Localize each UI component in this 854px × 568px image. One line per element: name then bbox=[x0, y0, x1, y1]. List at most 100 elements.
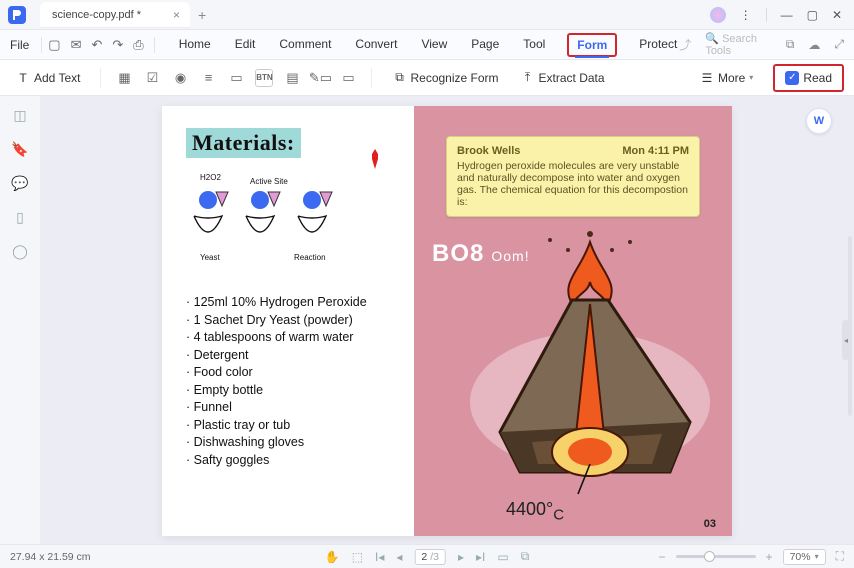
h2o2-label: H2O2 bbox=[200, 173, 221, 182]
material-item: · 125ml 10% Hydrogen Peroxide bbox=[186, 294, 398, 312]
new-tab-button[interactable]: + bbox=[198, 7, 206, 23]
close-window-icon[interactable]: ✕ bbox=[832, 8, 842, 22]
save-icon[interactable]: ▢ bbox=[48, 37, 60, 53]
page-canvas[interactable]: W Materials: H2O2 Active Site bbox=[40, 96, 854, 544]
word-export-badge[interactable]: W bbox=[806, 108, 832, 134]
extract-data-label: Extract Data bbox=[539, 71, 605, 85]
titlebar: science-copy.pdf * × + ⋮ — ▢ ✕ bbox=[0, 0, 854, 30]
image-field-icon[interactable]: ▤ bbox=[283, 69, 301, 87]
next-page-icon[interactable]: ▸ bbox=[458, 550, 464, 564]
note-time: Mon 4:11 PM bbox=[622, 145, 689, 157]
user-avatar-icon[interactable] bbox=[710, 7, 726, 23]
date-field-icon[interactable]: ▭ bbox=[339, 69, 357, 87]
reaction-sketch: H2O2 Active Site Yeast Reaction bbox=[186, 170, 398, 266]
expand-icon[interactable]: ⤢ bbox=[834, 37, 844, 52]
expand-right-panel[interactable]: ◂ bbox=[842, 320, 850, 360]
close-tab-icon[interactable]: × bbox=[173, 8, 180, 22]
first-page-icon[interactable]: I◂ bbox=[375, 550, 384, 564]
material-item: · Detergent bbox=[186, 347, 398, 365]
more-label: More bbox=[718, 71, 745, 85]
add-text-tool[interactable]: T Add Text bbox=[10, 67, 86, 89]
material-item: · Plastic tray or tub bbox=[186, 417, 398, 435]
undo-icon[interactable]: ↶ bbox=[91, 37, 102, 53]
reaction-label: Reaction bbox=[294, 253, 326, 262]
material-item: · Dishwashing gloves bbox=[186, 434, 398, 452]
page-dimensions: 27.94 x 21.59 cm bbox=[10, 551, 91, 563]
materials-heading: Materials: bbox=[186, 128, 301, 158]
workspace: ◫ 🔖 💬 ▯ ◯ ▸ W Materials: H2O2 Active Sit… bbox=[0, 96, 854, 544]
button-field-icon[interactable]: BTN bbox=[255, 69, 273, 87]
material-item: · Funnel bbox=[186, 399, 398, 417]
recognize-icon: ⧉ bbox=[392, 71, 406, 85]
zoom-in-icon[interactable]: + bbox=[766, 550, 773, 564]
add-text-label: Add Text bbox=[34, 71, 80, 85]
zoom-value[interactable]: 70%▾ bbox=[783, 549, 826, 565]
menubar: File ▢ ✉ ↶ ↷ ⎙ Home Edit Comment Convert Vie… bbox=[0, 30, 854, 60]
more-tool[interactable]: ☰ More▾ bbox=[694, 67, 759, 89]
kebab-menu-icon[interactable]: ⋮ bbox=[740, 8, 752, 22]
extract-data-tool[interactable]: ⤒ Extract Data bbox=[515, 67, 611, 89]
bookmarks-icon[interactable]: 🔖 bbox=[11, 140, 29, 158]
menu-tab-protect[interactable]: Protect bbox=[637, 33, 679, 57]
pdf-page: Materials: H2O2 Active Site bbox=[162, 106, 732, 536]
search-panel-icon[interactable]: ◯ bbox=[11, 242, 29, 260]
menu-tab-form[interactable]: Form bbox=[575, 34, 609, 58]
note-body: Hydrogen peroxide molecules are very uns… bbox=[457, 160, 689, 208]
prev-page-icon[interactable]: ◂ bbox=[396, 550, 402, 564]
menu-tab-tool[interactable]: Tool bbox=[521, 33, 547, 57]
zoom-slider[interactable] bbox=[676, 555, 756, 558]
text-icon: T bbox=[16, 71, 30, 85]
cloud-upload-icon[interactable]: ☁ bbox=[808, 38, 820, 52]
recognize-form-label: Recognize Form bbox=[410, 71, 498, 85]
read-label: Read bbox=[803, 71, 832, 85]
radio-field-icon[interactable]: ◉ bbox=[171, 69, 189, 87]
last-page-icon[interactable]: ▸I bbox=[476, 550, 485, 564]
search-tools-placeholder[interactable]: Search Tools bbox=[705, 33, 757, 57]
fit-page-icon[interactable]: ⛶ bbox=[836, 549, 844, 564]
left-rail: ◫ 🔖 💬 ▯ ◯ bbox=[0, 96, 40, 544]
hand-tool-icon[interactable]: ✋ bbox=[325, 550, 340, 564]
page-indicator[interactable]: 2 /3 bbox=[414, 549, 446, 565]
open-external-icon[interactable]: ⧉ bbox=[786, 37, 795, 52]
menu-tab-comment[interactable]: Comment bbox=[277, 33, 333, 57]
document-tab-title: science-copy.pdf * bbox=[52, 9, 141, 21]
note-author: Brook Wells bbox=[457, 145, 520, 157]
material-item: · 4 tablespoons of warm water bbox=[186, 329, 398, 347]
form-toolbar: T Add Text ▦ ☑ ◉ ≡ ▭ BTN ▤ ✎▭ ▭ ⧉ Recogn… bbox=[0, 60, 854, 96]
dropdown-field-icon[interactable]: ▭ bbox=[227, 69, 245, 87]
menu-tab-home[interactable]: Home bbox=[177, 33, 213, 57]
zoom-out-icon[interactable]: − bbox=[659, 550, 666, 564]
active-site-label: Active Site bbox=[250, 177, 288, 186]
read-toggle[interactable]: ✓ Read bbox=[779, 68, 838, 88]
redo-icon[interactable]: ↷ bbox=[112, 37, 123, 53]
more-icon: ☰ bbox=[700, 71, 714, 85]
share-icon[interactable]: ⤴ bbox=[679, 36, 691, 53]
materials-list: · 125ml 10% Hydrogen Peroxide· 1 Sachet … bbox=[186, 294, 398, 469]
menu-tab-convert[interactable]: Convert bbox=[353, 33, 399, 57]
field-select-icon[interactable]: ▦ bbox=[115, 69, 133, 87]
attachments-icon[interactable]: ▯ bbox=[11, 208, 29, 226]
temperature-label: 4400°C bbox=[506, 499, 564, 524]
comments-icon[interactable]: 💬 bbox=[11, 174, 29, 192]
material-item: · Food color bbox=[186, 364, 398, 382]
print-icon[interactable]: ⎙ bbox=[133, 37, 143, 53]
pushpin-icon[interactable] bbox=[368, 149, 382, 169]
checkbox-field-icon[interactable]: ☑ bbox=[143, 69, 161, 87]
menu-tab-edit[interactable]: Edit bbox=[233, 33, 258, 57]
list-field-icon[interactable]: ≡ bbox=[199, 69, 217, 87]
minimize-icon[interactable]: — bbox=[781, 8, 793, 22]
single-page-icon[interactable]: ▭ bbox=[497, 550, 508, 564]
menu-tab-view[interactable]: View bbox=[419, 33, 449, 57]
mail-icon[interactable]: ✉ bbox=[71, 37, 82, 53]
sticky-note[interactable]: Brook Wells Mon 4:11 PM Hydrogen peroxid… bbox=[446, 136, 700, 217]
menu-file[interactable]: File bbox=[10, 38, 29, 52]
document-tab[interactable]: science-copy.pdf * × bbox=[40, 2, 190, 28]
select-tool-icon[interactable]: ⬚ bbox=[352, 550, 363, 564]
menu-tab-page[interactable]: Page bbox=[469, 33, 501, 57]
maximize-icon[interactable]: ▢ bbox=[807, 8, 818, 22]
volcano-illustration bbox=[440, 230, 720, 504]
recognize-form-tool[interactable]: ⧉ Recognize Form bbox=[386, 67, 504, 89]
signature-field-icon[interactable]: ✎▭ bbox=[311, 69, 329, 87]
continuous-page-icon[interactable]: ⧉ bbox=[521, 549, 530, 564]
thumbnails-icon[interactable]: ◫ bbox=[11, 106, 29, 124]
